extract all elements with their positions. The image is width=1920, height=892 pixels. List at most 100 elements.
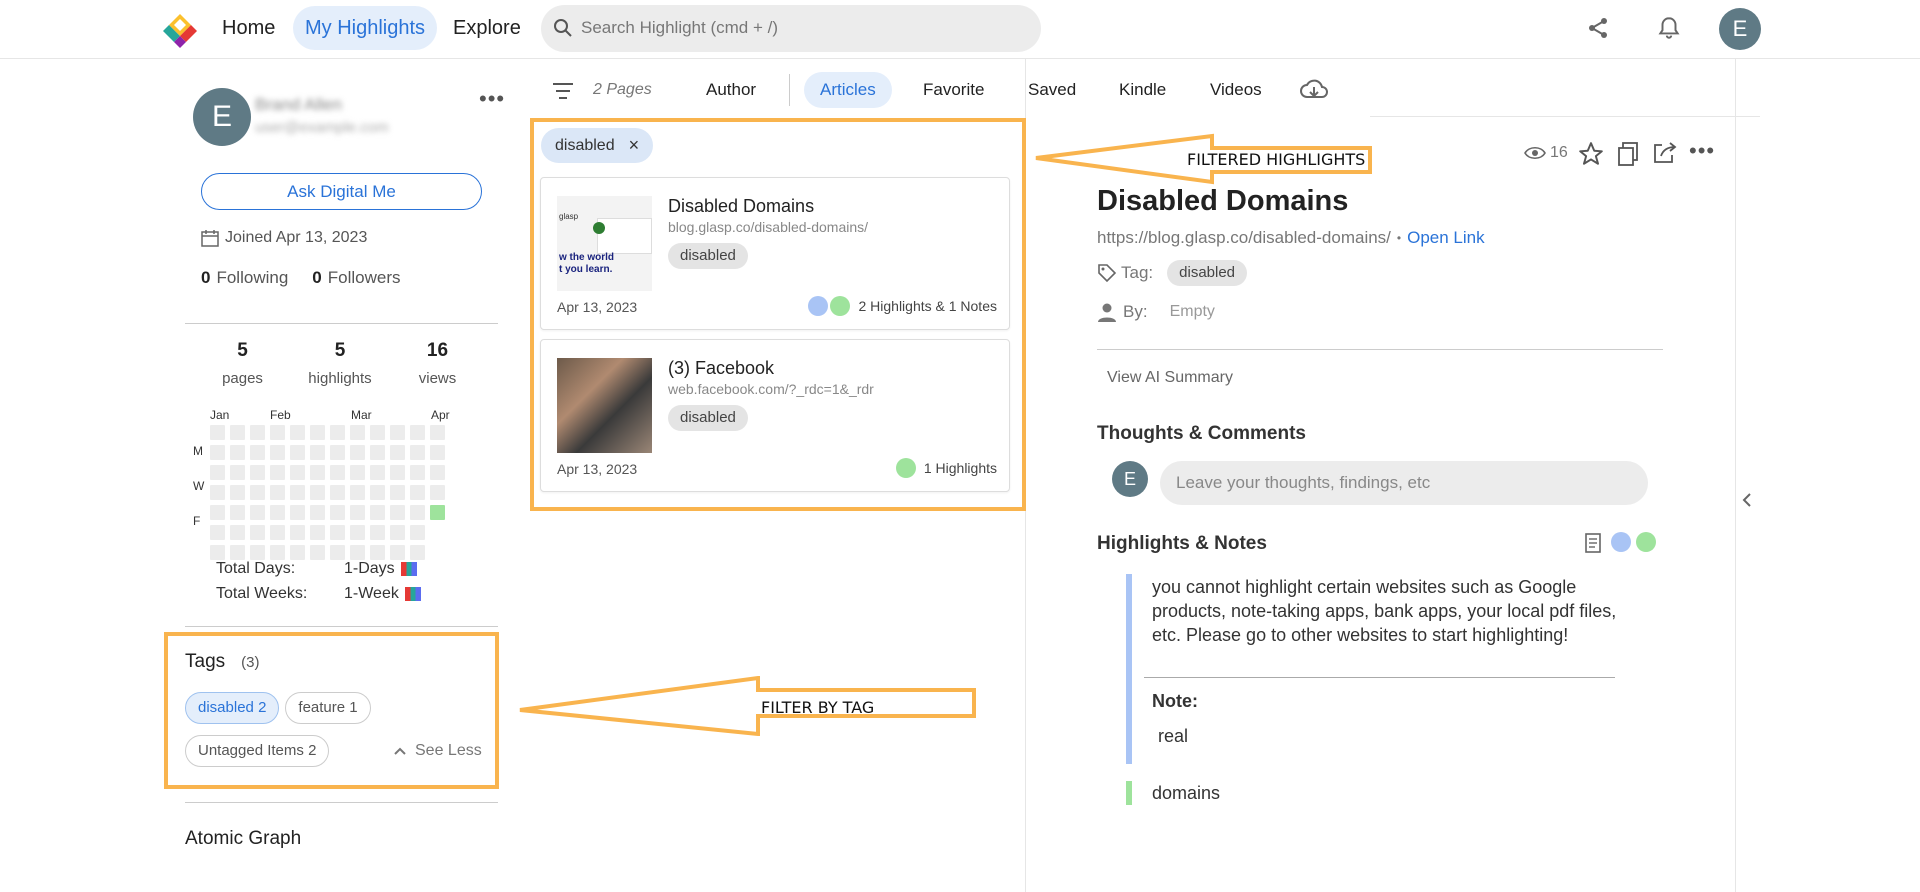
heatmap-cell — [230, 505, 245, 520]
heatmap-cell — [270, 445, 285, 460]
heatmap-cell — [230, 525, 245, 540]
heatmap-cell — [390, 445, 405, 460]
calendar-icon — [201, 230, 219, 247]
divider — [185, 626, 498, 627]
divider — [1144, 677, 1615, 678]
total-days: 1-Days — [344, 560, 417, 578]
heatmap-cell — [270, 485, 285, 500]
cloud-download-icon[interactable] — [1299, 77, 1329, 103]
tab-kindle[interactable]: Kindle — [1103, 72, 1182, 108]
user-avatar[interactable]: E — [1719, 8, 1761, 50]
heatmap-cell — [230, 445, 245, 460]
month-apr: Apr — [431, 408, 450, 422]
heatmap-cell — [410, 465, 425, 480]
profile-more-icon[interactable]: ••• — [479, 86, 505, 112]
search-input[interactable]: Search Highlight (cmd + /) — [541, 5, 1041, 52]
heatmap-cell — [310, 525, 325, 540]
search-icon — [554, 19, 572, 37]
star-icon[interactable] — [1578, 141, 1604, 167]
heatmap-cell — [430, 465, 445, 480]
nav-home[interactable]: Home — [210, 6, 287, 50]
heatmap-cell — [330, 465, 345, 480]
heatmap-cell — [390, 525, 405, 540]
chevron-left-icon[interactable] — [1741, 492, 1753, 508]
heatmap-cell — [330, 445, 345, 460]
heatmap-cell — [430, 445, 445, 460]
heatmap-cell — [250, 485, 265, 500]
highlight-text[interactable]: you cannot highlight certain websites su… — [1152, 575, 1617, 647]
highlight-text[interactable]: domains — [1152, 783, 1220, 804]
tab-articles[interactable]: Articles — [804, 72, 892, 108]
heatmap-cell — [270, 425, 285, 440]
books-icon — [404, 587, 421, 601]
heatmap-cell — [410, 505, 425, 520]
view-ai-summary-button[interactable]: View AI Summary — [1107, 369, 1233, 387]
total-weeks-value: 1-Week — [344, 585, 399, 602]
bell-icon[interactable] — [1656, 15, 1682, 41]
heatmap-cell — [350, 465, 365, 480]
glasp-logo[interactable] — [161, 12, 199, 50]
profile-avatar: E — [193, 88, 251, 146]
panel-divider — [1735, 59, 1736, 892]
heatmap-cell — [330, 505, 345, 520]
divider — [1097, 349, 1663, 350]
heatmap-cell — [230, 425, 245, 440]
month-feb: Feb — [270, 408, 291, 422]
heatmap-cell — [350, 445, 365, 460]
notes-icon[interactable] — [1584, 533, 1602, 553]
heatmap-cell — [430, 425, 445, 440]
heatmap-cell — [310, 445, 325, 460]
heatmap-cell — [390, 425, 405, 440]
following-link[interactable]: Following — [216, 268, 288, 288]
filter-icon[interactable] — [553, 82, 573, 100]
person-icon — [1098, 303, 1116, 322]
heatmap-cell — [330, 425, 345, 440]
more-options-icon[interactable]: ••• — [1689, 138, 1715, 164]
views-value: 16 — [1550, 144, 1568, 161]
annotation-label-filter-by-tag: FILTER BY TAG — [761, 698, 875, 717]
copy-icon[interactable] — [1616, 141, 1640, 167]
tab-videos[interactable]: Videos — [1194, 72, 1278, 108]
heatmap-cell — [390, 505, 405, 520]
highlight-bar-green — [1126, 781, 1132, 805]
share-icon[interactable] — [1586, 16, 1610, 40]
heatmap-cell — [410, 425, 425, 440]
heatmap-cell — [390, 485, 405, 500]
month-jan: Jan — [210, 408, 230, 422]
heatmap-cell — [210, 545, 225, 560]
divider — [185, 802, 498, 803]
tab-saved[interactable]: Saved — [1012, 72, 1092, 108]
total-weeks: 1-Week — [344, 585, 421, 603]
comment-placeholder: Leave your thoughts, findings, etc — [1176, 473, 1431, 492]
heatmap-cell — [250, 425, 265, 440]
heatmap-cell — [210, 445, 225, 460]
heatmap-cell — [290, 525, 305, 540]
pages-count: 2 Pages — [593, 81, 652, 98]
tab-favorite[interactable]: Favorite — [907, 72, 1000, 108]
comment-input[interactable]: Leave your thoughts, findings, etc — [1160, 461, 1648, 505]
annotation-box-highlights — [530, 118, 1026, 511]
heatmap-cell — [350, 485, 365, 500]
day-m: M — [193, 444, 203, 458]
following-count: 0 — [201, 268, 211, 287]
highlight-color-blue[interactable] — [1611, 532, 1631, 552]
detail-tag[interactable]: disabled — [1167, 260, 1248, 286]
detail-url-row: https://blog.glasp.co/disabled-domains/ … — [1097, 228, 1485, 248]
highlight-color-green[interactable] — [1636, 532, 1656, 552]
url-separator: • — [1396, 231, 1402, 245]
heatmap-cell — [410, 485, 425, 500]
day-w: W — [193, 479, 205, 493]
ask-digital-me-button[interactable]: Ask Digital Me — [201, 173, 482, 210]
divider — [185, 323, 498, 324]
export-icon[interactable] — [1652, 141, 1678, 165]
atomic-graph-title[interactable]: Atomic Graph — [185, 828, 301, 850]
heatmap-cell — [330, 545, 345, 560]
followers-link[interactable]: Followers — [328, 268, 401, 288]
note-text[interactable]: real — [1158, 726, 1188, 747]
tab-author[interactable]: Author — [690, 72, 772, 108]
open-link[interactable]: Open Link — [1407, 228, 1485, 248]
nav-my-highlights[interactable]: My Highlights — [293, 6, 438, 50]
heatmap-cell — [410, 445, 425, 460]
nav-explore[interactable]: Explore — [441, 6, 533, 50]
stat-pages: 5 pages — [222, 340, 263, 387]
